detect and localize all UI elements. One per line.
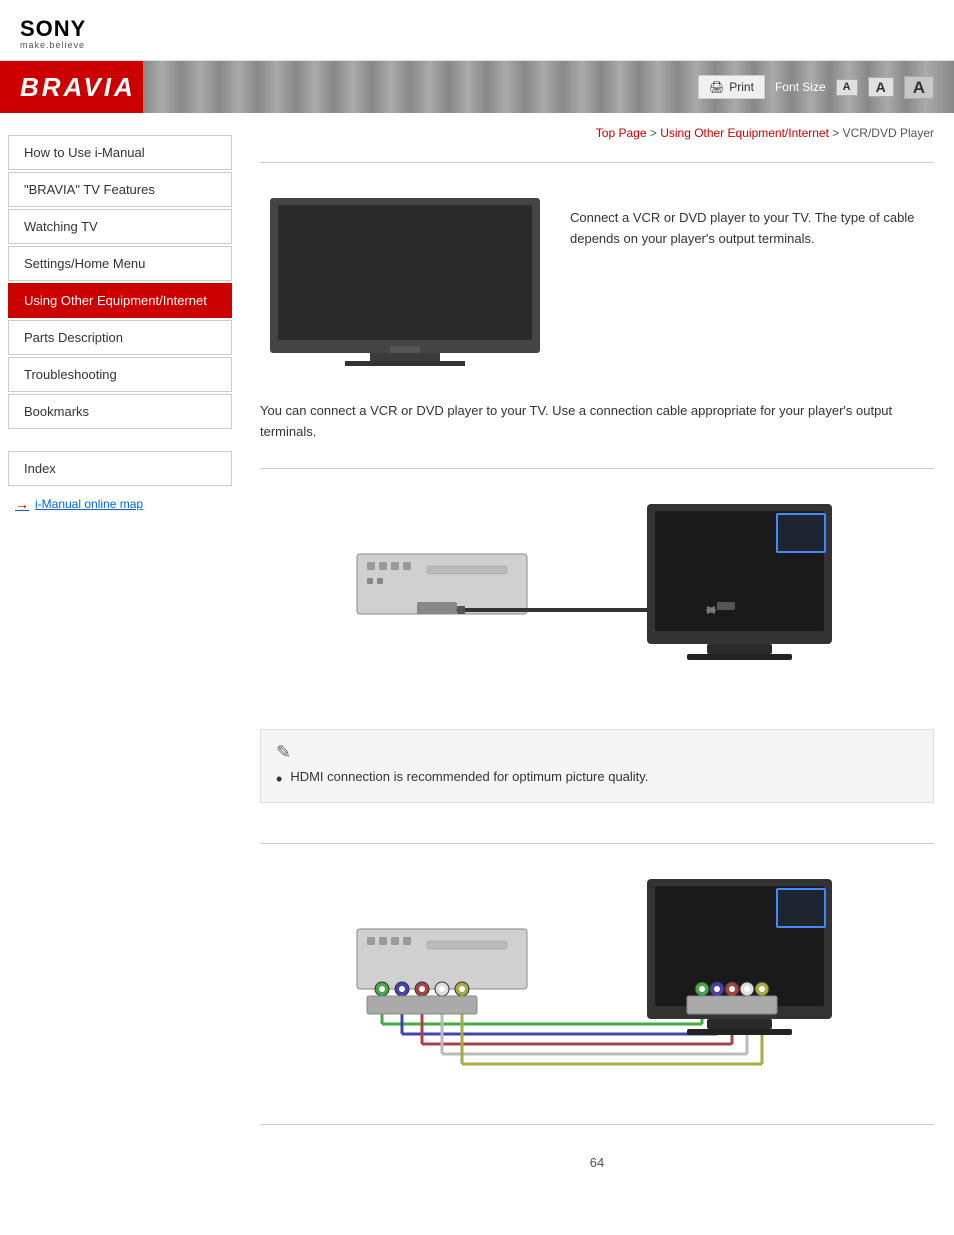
component-diagram-svg [347,869,847,1099]
sidebar-index[interactable]: Index [8,451,232,486]
breadcrumb-current: VCR/DVD Player [843,126,934,140]
content-area: Top Page > Using Other Equipment/Interne… [240,113,954,1220]
sidebar-item-parts[interactable]: Parts Description [8,320,232,355]
sidebar-online-map-link[interactable]: → i-Manual online map [0,491,240,517]
sidebar-item-bravia-features[interactable]: "BRAVIA" TV Features [8,172,232,207]
main-layout: How to Use i-Manual "BRAVIA" TV Features… [0,113,954,1220]
breadcrumb-top[interactable]: Top Page [596,126,647,140]
desc-text: You can connect a VCR or DVD player to y… [260,386,934,458]
mid-divider2 [260,843,934,844]
note-text: HDMI connection is recommended for optim… [290,769,648,784]
print-button[interactable]: 🖨 Print [698,75,765,99]
bravia-bar: BRAVIA 🖨 Print Font Size A A A [0,61,954,113]
hdmi-connection-section [260,479,934,719]
intro-text: Connect a VCR or DVD player to your TV. … [570,188,934,250]
toolbar-right: 🖨 Print Font Size A A A [698,75,934,99]
intro-image [260,188,550,371]
tv-diagram-svg [260,188,550,368]
header: SONY make.believe [0,0,954,61]
breadcrumb: Top Page > Using Other Equipment/Interne… [260,118,934,152]
page-number: 64 [260,1135,934,1190]
sidebar: How to Use i-Manual "BRAVIA" TV Features… [0,113,240,527]
breadcrumb-using-other[interactable]: Using Other Equipment/Internet [660,126,829,140]
sidebar-item-settings[interactable]: Settings/Home Menu [8,246,232,281]
top-divider [260,162,934,163]
sidebar-item-watching-tv[interactable]: Watching TV [8,209,232,244]
sidebar-item-bookmarks[interactable]: Bookmarks [8,394,232,429]
font-small-button[interactable]: A [836,79,858,96]
note-icon: ✎ [276,742,918,763]
sidebar-item-how-to-use[interactable]: How to Use i-Manual [8,135,232,170]
bravia-title: BRAVIA [20,72,136,103]
sidebar-item-using-other[interactable]: Using Other Equipment/Internet [8,283,232,318]
sidebar-item-troubleshooting[interactable]: Troubleshooting [8,357,232,392]
intro-section: Connect a VCR or DVD player to your TV. … [260,173,934,386]
note-box: ✎ • HDMI connection is recommended for o… [260,729,934,804]
component-connection-section [260,854,934,1114]
bullet-icon: • [276,769,282,791]
hdmi-diagram-svg [347,494,847,704]
note-bullet: • HDMI connection is recommended for opt… [276,769,918,791]
print-icon: 🖨 [709,80,724,94]
mid-divider1 [260,468,934,469]
font-large-button[interactable]: A [904,76,934,99]
font-size-label: Font Size [775,80,826,94]
sony-logo: SONY make.believe [20,18,934,50]
bottom-divider [260,1124,934,1125]
arrow-icon: → [15,496,29,512]
font-medium-button[interactable]: A [868,77,894,97]
